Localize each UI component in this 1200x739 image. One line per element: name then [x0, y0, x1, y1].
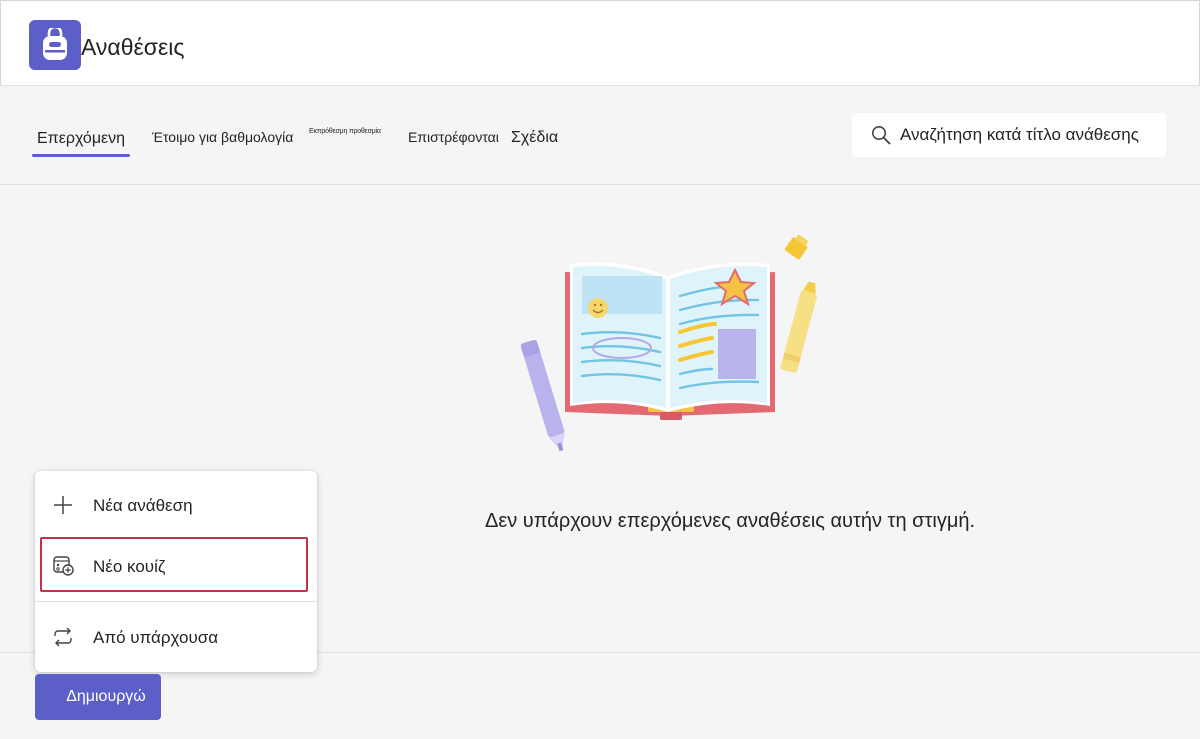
menu-item-new-quiz[interactable]: Νέο κουίζ — [35, 537, 317, 593]
open-book-illustration — [510, 232, 840, 457]
empty-state-message: Δεν υπάρχουν επερχόμενες αναθέσεις αυτήν… — [484, 510, 976, 532]
menu-item-from-existing[interactable]: Από υπάρχουσα — [35, 608, 317, 664]
app-header: Αναθέσεις — [0, 0, 1200, 86]
search-icon — [872, 126, 891, 145]
menu-item-new-assignment[interactable]: Νέα ανάθεση — [35, 476, 317, 532]
menu-item-label: Νέο κουίζ — [93, 557, 166, 576]
backpack-icon — [29, 20, 81, 70]
menu-item-label: Από υπάρχουσα — [93, 628, 219, 647]
app-title: Αναθέσεις — [81, 34, 185, 60]
reuse-arrows-icon — [54, 627, 72, 647]
create-menu: Νέα ανάθεση Νέο κουίζ Από υπάρχουσα — [35, 471, 317, 672]
quiz-add-icon — [53, 556, 74, 576]
plus-icon — [54, 496, 72, 514]
active-tab-indicator — [32, 154, 130, 157]
tab-returned[interactable]: Επιστρέφονται — [408, 129, 499, 145]
menu-divider — [35, 601, 317, 602]
tab-ready-to-grade[interactable]: Έτοιμο για βαθμολογία — [152, 129, 293, 145]
focus-highlight — [40, 537, 308, 592]
tab-past-due[interactable]: Εκπρόθεσμη προθεσμία — [309, 128, 381, 135]
menu-item-label: Νέα ανάθεση — [93, 496, 193, 515]
tab-upcoming[interactable]: Επερχόμενη — [37, 130, 125, 148]
search-box[interactable] — [852, 113, 1166, 157]
tab-drafts[interactable]: Σχέδια — [511, 129, 558, 147]
create-button[interactable]: Δημιουργώ — [35, 674, 161, 720]
search-input[interactable] — [900, 121, 1164, 149]
